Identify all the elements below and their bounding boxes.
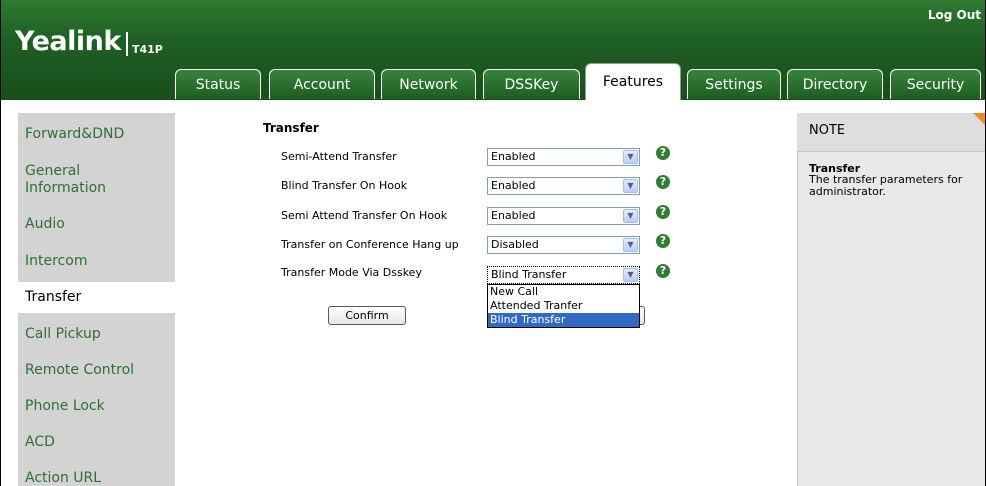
transfer-on-conference-hang-up-select[interactable]: Disabled ▼	[487, 236, 640, 254]
select-value: Enabled	[491, 150, 536, 163]
chevron-down-icon[interactable]: ▼	[623, 150, 638, 164]
sidebar-item-transfer[interactable]: Transfer	[25, 289, 81, 306]
sidebar-item-intercom[interactable]: Intercom	[25, 253, 87, 270]
transfer-on-conference-hang-up-label: Transfer on Conference Hang up	[281, 238, 459, 251]
help-icon[interactable]: ?	[656, 205, 670, 219]
transfer-mode-dropdown-list: New Call Attended Tranfer Blind Transfer	[487, 284, 640, 328]
help-icon[interactable]: ?	[656, 146, 670, 160]
semi-attend-transfer-select[interactable]: Enabled ▼	[487, 148, 640, 166]
confirm-button[interactable]: Confirm	[328, 306, 406, 325]
tab-security[interactable]: Security	[890, 69, 981, 99]
select-value: Disabled	[491, 238, 539, 251]
sidebar-item-action-url[interactable]: Action URL	[25, 470, 101, 486]
model-label: T41P	[132, 43, 163, 56]
sidebar-item-acd[interactable]: ACD	[25, 434, 55, 451]
tab-network[interactable]: Network	[381, 69, 476, 99]
app-window: Yealink T41P Log Out Status Account Netw…	[0, 0, 986, 486]
transfer-mode-via-dsskey-select[interactable]: Blind Transfer ▼	[487, 266, 640, 284]
semi-attend-transfer-on-hook-select[interactable]: Enabled ▼	[487, 207, 640, 225]
tab-features[interactable]: Features	[585, 63, 681, 100]
header-bar: Yealink T41P Log Out Status Account Netw…	[1, 0, 985, 100]
select-value: Blind Transfer	[491, 268, 567, 281]
chevron-down-icon[interactable]: ▼	[623, 179, 638, 193]
sidebar-item-audio[interactable]: Audio	[25, 216, 65, 233]
select-value: Enabled	[491, 209, 536, 222]
blind-transfer-on-hook-select[interactable]: Enabled ▼	[487, 177, 640, 195]
dropdown-option-blind-transfer[interactable]: Blind Transfer	[488, 313, 639, 327]
section-title: Transfer	[263, 121, 319, 135]
semi-attend-transfer-on-hook-label: Semi Attend Transfer On Hook	[281, 209, 448, 222]
tab-directory[interactable]: Directory	[787, 69, 883, 99]
transfer-mode-via-dsskey-label: Transfer Mode Via Dsskey	[281, 266, 422, 279]
logout-link[interactable]: Log Out	[928, 8, 981, 22]
help-icon[interactable]: ?	[656, 175, 670, 189]
help-icon[interactable]: ?	[656, 234, 670, 248]
semi-attend-transfer-label: Semi-Attend Transfer	[281, 150, 397, 163]
sidebar-item-general-information[interactable]: General Information	[25, 163, 145, 197]
blind-transfer-on-hook-label: Blind Transfer On Hook	[281, 179, 408, 192]
sidebar-item-remote-control[interactable]: Remote Control	[25, 362, 134, 379]
dropdown-option-new-call[interactable]: New Call	[488, 285, 639, 299]
note-text: The transfer parameters for administrato…	[809, 173, 963, 198]
yealink-logo: Yealink	[15, 26, 121, 57]
help-icon[interactable]: ?	[656, 264, 670, 278]
tab-status[interactable]: Status	[175, 69, 261, 99]
tab-settings[interactable]: Settings	[687, 69, 781, 99]
chevron-down-icon[interactable]: ▼	[623, 268, 638, 282]
chevron-down-icon[interactable]: ▼	[623, 238, 638, 252]
chevron-down-icon[interactable]: ▼	[623, 209, 638, 223]
tab-dsskey[interactable]: DSSKey	[483, 69, 580, 99]
select-value: Enabled	[491, 179, 536, 192]
note-title: NOTE	[809, 123, 846, 138]
logo-separator	[126, 32, 128, 56]
sidebar-item-call-pickup[interactable]: Call Pickup	[25, 326, 101, 343]
tab-account[interactable]: Account	[269, 69, 375, 99]
sidebar-item-forward-dnd[interactable]: Forward&DND	[25, 126, 124, 143]
note-corner-icon	[973, 113, 985, 125]
sidebar-item-phone-lock[interactable]: Phone Lock	[25, 398, 105, 415]
dropdown-option-attended-transfer[interactable]: Attended Tranfer	[488, 299, 639, 313]
